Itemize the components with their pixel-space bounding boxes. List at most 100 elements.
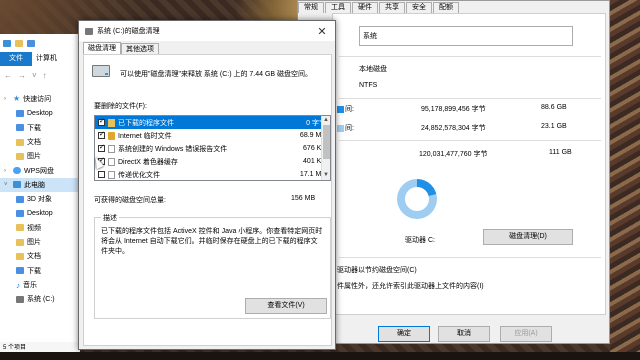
nav-item-wps-cloud[interactable]: › WPS网盘: [0, 163, 79, 177]
folder-icon: [108, 118, 115, 127]
expand-chevron-icon[interactable]: ›: [4, 96, 10, 102]
nav-item-label: 图片: [27, 239, 41, 247]
file-row[interactable]: 传递优化文件 17.1 MB: [95, 168, 330, 180]
used-space-bytes: 95,178,899,456 字节: [421, 106, 486, 113]
usage-donut-chart: [397, 179, 437, 219]
index-label: 件属性外，还允许索引此驱动器上文件的内容(I): [337, 283, 484, 290]
nav-item-label: 音乐: [23, 282, 37, 289]
file-checkbox[interactable]: [98, 143, 105, 152]
description-group: 描述 已下载的程序文件包括 ActiveX 控件和 Java 小程序。你查看特定…: [94, 213, 331, 319]
tab-sharing[interactable]: 共享: [379, 2, 405, 13]
file-row[interactable]: 系统创建的 Windows 错误报告文件676 KB: [95, 142, 330, 155]
file-row[interactable]: DirectX 着色器缓存401 KB: [95, 155, 330, 168]
nav-item-this-pc[interactable]: ˅ 此电脑: [0, 177, 79, 193]
free-space-label: 间:: [337, 123, 354, 133]
tab-quota[interactable]: 配额: [433, 2, 459, 13]
scroll-down-icon[interactable]: ▼: [322, 171, 330, 180]
drive-icon: [92, 65, 110, 77]
free-color-swatch: [337, 124, 344, 132]
nav-item-pictures[interactable]: 图片: [0, 149, 79, 163]
page-icon: [108, 144, 115, 153]
drive-type-value: 本地磁盘: [359, 66, 387, 73]
tab-hardware[interactable]: 硬件: [352, 2, 378, 13]
file-checkbox[interactable]: [98, 130, 105, 139]
expand-chevron-icon[interactable]: ˅: [4, 182, 10, 188]
capacity-bytes: 120,031,477,760 字节: [419, 151, 488, 158]
nav-item-downloads-pc[interactable]: 下载: [0, 264, 79, 278]
tab-general[interactable]: 常规: [298, 2, 324, 13]
ok-button[interactable]: 确定: [378, 326, 430, 342]
file-name: 已下载的程序文件: [118, 119, 174, 127]
tab-computer[interactable]: 计算机: [32, 52, 61, 66]
file-row[interactable]: 已下载的程序文件0 字节: [95, 116, 330, 129]
file-name: DirectX 着色器缓存: [118, 158, 178, 166]
nav-item-label: 下载: [27, 124, 41, 132]
cloud-icon: [13, 167, 21, 175]
file-name: 传递优化文件: [118, 171, 160, 179]
drive-properties-window: 常规 工具 硬件 共享 安全 配额 系统 本地磁盘 NTFS 间: 95,178…: [297, 0, 610, 344]
recent-chevron-icon[interactable]: ˅: [32, 71, 37, 80]
nav-item-music[interactable]: ♪ 音乐: [0, 278, 79, 292]
capacity-size: 111 GB: [549, 149, 572, 156]
file-checkbox[interactable]: [98, 117, 105, 126]
view-files-button[interactable]: 查看文件(V): [245, 298, 327, 314]
properties-icon[interactable]: [27, 39, 35, 47]
disk-cleanup-app-icon: [85, 27, 93, 35]
files-to-delete-list[interactable]: 已下载的程序文件0 字节Internet 临时文件68.9 MB系统创建的 Wi…: [94, 115, 331, 181]
folder-icon[interactable]: [15, 39, 23, 47]
nav-item-documents-pc[interactable]: 文档: [0, 249, 79, 263]
nav-item-3d-objects[interactable]: 3D 对象: [0, 192, 79, 206]
3d-objects-icon: [16, 195, 24, 203]
taskbar-edge: [0, 352, 640, 360]
drive-icon: [16, 295, 24, 303]
tab-security[interactable]: 安全: [406, 2, 432, 13]
nav-item-desktop-pc[interactable]: Desktop: [0, 206, 79, 220]
scrollbar-thumb[interactable]: [323, 125, 330, 159]
forward-arrow-icon[interactable]: →: [18, 71, 26, 80]
files-to-delete-label: 要删除的文件(F):: [94, 103, 147, 110]
scroll-up-icon[interactable]: ▲: [322, 116, 330, 125]
status-bar: 5 个项目: [0, 342, 80, 352]
description-title: 描述: [101, 213, 119, 223]
nav-item-label: 下载: [27, 267, 41, 275]
dialog-tabs: 磁盘清理 其他选项: [79, 41, 335, 55]
back-arrow-icon[interactable]: ←: [4, 71, 12, 80]
nav-item-drive-c[interactable]: 系统 (C:): [0, 292, 79, 306]
nav-item-videos[interactable]: 视频: [0, 221, 79, 235]
nav-item-label: 文档: [27, 139, 41, 147]
nav-item-label: 系统 (C:): [27, 296, 55, 304]
tab-tools[interactable]: 工具: [325, 2, 351, 13]
nav-item-desktop[interactable]: Desktop: [0, 106, 79, 120]
file-name: Internet 临时文件: [118, 132, 172, 140]
ribbon-tabs: 文件 计算机: [0, 52, 79, 66]
nav-item-downloads[interactable]: 下载: [0, 121, 79, 135]
apply-button[interactable]: 应用(A): [500, 326, 552, 342]
navigation-pane: › ★ 快速访问 Desktop 下载 文档 图片 › WPS网盘 ˅ 此电脑 3D 对…: [0, 84, 79, 306]
total-space-label: 可获得的磁盘空间总量:: [94, 197, 166, 204]
expand-chevron-icon[interactable]: ›: [4, 168, 10, 174]
quick-access-toolbar: [0, 34, 79, 52]
nav-item-documents[interactable]: 文档: [0, 135, 79, 149]
lock-icon: [108, 131, 115, 140]
used-space-size: 88.6 GB: [541, 104, 567, 111]
drive-name-field[interactable]: 系统: [359, 26, 573, 46]
nav-item-label: 图片: [27, 153, 41, 161]
used-space-label-text: 间:: [345, 106, 354, 113]
disk-cleanup-button[interactable]: 磁盘清理(D): [483, 229, 573, 245]
cancel-button[interactable]: 取消: [438, 326, 490, 342]
close-icon[interactable]: ✕: [309, 25, 335, 38]
file-rows: 已下载的程序文件0 字节Internet 临时文件68.9 MB系统创建的 Wi…: [95, 116, 330, 180]
nav-item-quick-access[interactable]: › ★ 快速访问: [0, 92, 79, 106]
nav-item-pictures-pc[interactable]: 图片: [0, 235, 79, 249]
file-checkbox[interactable]: [98, 171, 105, 178]
list-scrollbar[interactable]: ▲ ▼: [321, 116, 330, 180]
free-space-label-text: 间:: [345, 125, 354, 132]
compress-drive-option[interactable]: 驱动器以节约磁盘空间(C): [337, 265, 417, 275]
nav-item-label: 此电脑: [24, 181, 45, 189]
desktop-folder-icon: [16, 210, 24, 218]
file-row[interactable]: Internet 临时文件68.9 MB: [95, 129, 330, 142]
general-tab-panel: 系统 本地磁盘 NTFS 间: 95,178,899,456 字节 88.6 G…: [332, 13, 606, 315]
up-arrow-icon[interactable]: ↑: [43, 71, 47, 80]
index-drive-option[interactable]: 件属性外，还允许索引此驱动器上文件的内容(I): [337, 281, 484, 291]
tab-file[interactable]: 文件: [0, 52, 32, 66]
